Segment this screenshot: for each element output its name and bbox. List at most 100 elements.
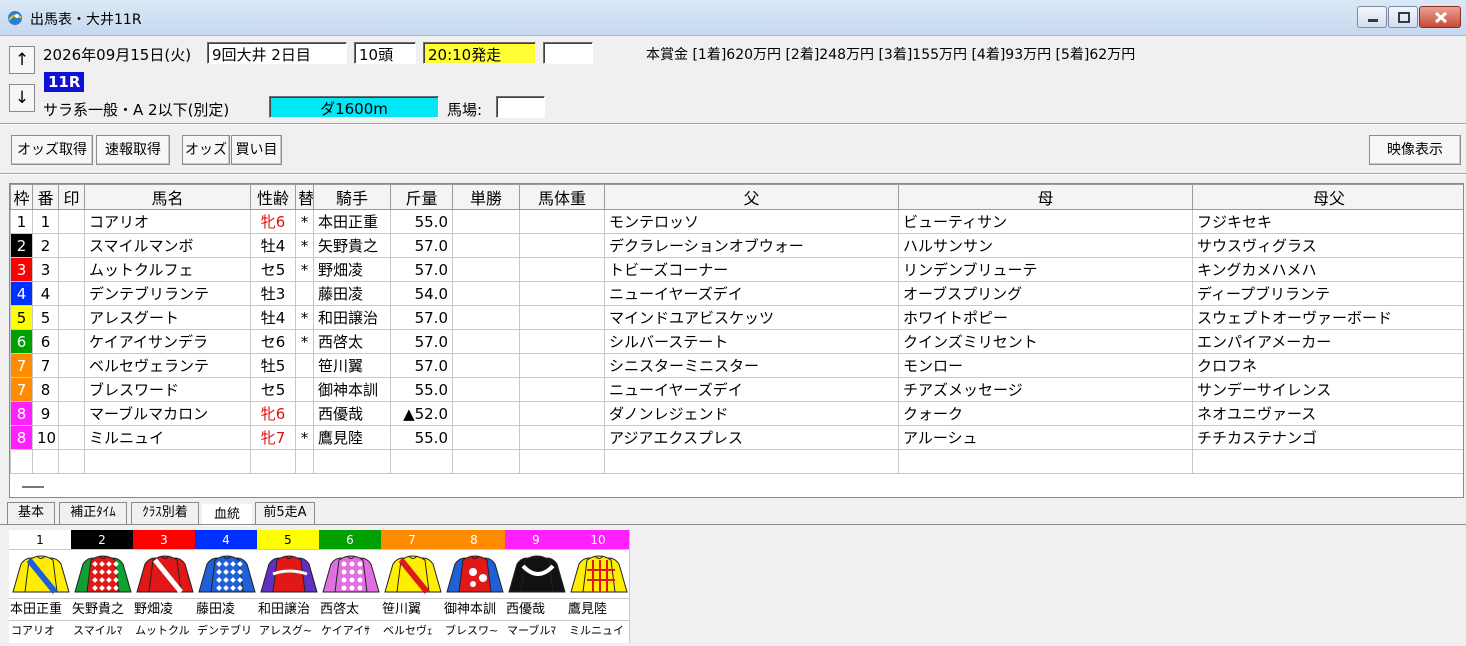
app-window: 出馬表・大井11R ↑ ↓ 2026年09月15日(火) 9回大井 2日目 10… bbox=[0, 0, 1466, 646]
silk-column[interactable]: 9 西優哉 マーブルﾏ bbox=[505, 530, 568, 643]
cell-swap bbox=[295, 281, 314, 306]
cell-win-odds bbox=[452, 377, 520, 402]
col-header-dam[interactable]: 母 bbox=[898, 184, 1193, 210]
col-header-number[interactable]: 番 bbox=[32, 184, 59, 210]
table-row[interactable]: 5 5 アレスグート 牡4 * 和田譲治 57.0 マインドユアビスケッツ ホワイトポピー スウェ… bbox=[10, 305, 1463, 330]
table-row[interactable]: 3 3 ムットクルフェ セ5 * 野畑凌 57.0 トビーズコーナー リンデンブリューテ キングカ… bbox=[10, 257, 1463, 282]
title-bar: 出馬表・大井11R bbox=[0, 0, 1466, 36]
col-header-swap[interactable]: 替 bbox=[295, 184, 314, 210]
app-logo-icon bbox=[8, 11, 22, 25]
cell-sire: ニューイヤーズデイ bbox=[604, 281, 899, 306]
tab-adjusted-time[interactable]: 補正ﾀｲﾑ bbox=[59, 502, 127, 524]
col-header-win-odds[interactable]: 単勝 bbox=[452, 184, 520, 210]
cell-empty bbox=[313, 449, 391, 474]
silk-column[interactable]: 1 本田正重 コアリオ bbox=[9, 530, 72, 643]
minimize-button[interactable] bbox=[1357, 6, 1387, 28]
table-row[interactable]: 7 8 ブレスワード セ5 御神本訓 55.0 ニューイヤーズデイ チアズメッセージ サンデーサ… bbox=[10, 377, 1463, 402]
silk-column[interactable]: 4 藤田凌 デンテブリ bbox=[195, 530, 258, 643]
col-header-horse-name[interactable]: 馬名 bbox=[84, 184, 251, 210]
tab-basic[interactable]: 基本 bbox=[7, 502, 55, 524]
tab-pedigree[interactable]: 血統 bbox=[202, 504, 252, 526]
prev-race-button[interactable]: ↑ bbox=[9, 46, 35, 74]
table-row[interactable]: 4 4 デンテブリランテ 牡3 藤田凌 54.0 ニューイヤーズデイ オーブスプリング ディープ… bbox=[10, 281, 1463, 306]
horizontal-scroll-thumb[interactable] bbox=[22, 486, 44, 488]
col-header-weight[interactable]: 斤量 bbox=[390, 184, 453, 210]
cell-waku: 7 bbox=[10, 377, 33, 402]
col-header-body-weight[interactable]: 馬体重 bbox=[519, 184, 605, 210]
cell-body-weight bbox=[519, 305, 605, 330]
jockey-silk-icon bbox=[136, 555, 194, 594]
silk-column[interactable]: 5 和田譲治 アレスグ~ bbox=[257, 530, 320, 643]
runners-field: 10頭 bbox=[354, 42, 416, 64]
cell-damsire: フジキセキ bbox=[1192, 209, 1463, 234]
silk-horse-name: ムットクル bbox=[133, 620, 195, 640]
tab-last5-a[interactable]: 前5走A bbox=[255, 502, 315, 524]
silk-horse-number: 2 bbox=[71, 530, 133, 550]
col-header-jockey[interactable]: 騎手 bbox=[313, 184, 391, 210]
tab-class-results[interactable]: ｸﾗｽ別着 bbox=[131, 502, 199, 524]
course-field: ダ1600m bbox=[269, 96, 439, 118]
cell-sire: シルバーステート bbox=[604, 329, 899, 354]
cell-empty bbox=[604, 449, 899, 474]
race-class: サラ系一般・A 2以下(別定) bbox=[43, 101, 230, 119]
next-race-button[interactable]: ↓ bbox=[9, 84, 35, 112]
silk-image bbox=[381, 550, 443, 598]
silk-column[interactable]: 8 御神本訓 ブレスワ~ bbox=[443, 530, 506, 643]
cell-jockey: 藤田凌 bbox=[313, 281, 391, 306]
col-header-damsire[interactable]: 母父 bbox=[1192, 184, 1463, 210]
jockey-silk-icon bbox=[198, 555, 256, 593]
silk-column[interactable]: 6 西啓太 ケイアイｻ bbox=[319, 530, 382, 643]
silk-horse-name: マーブルﾏ bbox=[505, 620, 567, 640]
bets-button[interactable]: 買い目 bbox=[231, 135, 282, 165]
silk-column[interactable]: 7 笹川翼 ベルセヴｪ bbox=[381, 530, 444, 643]
cell-horse-name: スマイルマンボ bbox=[84, 233, 251, 258]
table-row[interactable]: 1 1 コアリオ 牝6 * 本田正重 55.0 モンテロッソ ビューティサン フジキセキ bbox=[10, 209, 1463, 234]
jockey-silk-icon bbox=[74, 555, 132, 593]
col-header-sire[interactable]: 父 bbox=[604, 184, 899, 210]
cell-mark bbox=[58, 209, 85, 234]
maximize-button[interactable] bbox=[1388, 6, 1418, 28]
jockey-silk-icon bbox=[570, 555, 628, 593]
cell-sire: ニューイヤーズデイ bbox=[604, 377, 899, 402]
quick-fetch-button[interactable]: 速報取得 bbox=[96, 135, 170, 165]
cell-win-odds bbox=[452, 329, 520, 354]
silk-horse-number: 7 bbox=[381, 530, 443, 550]
cell-horse-name: ブレスワード bbox=[84, 377, 251, 402]
cell-sex-age: 牡4 bbox=[250, 305, 296, 330]
silk-column[interactable]: 2 矢野貴之 スマイルﾏ bbox=[71, 530, 134, 643]
close-button[interactable] bbox=[1419, 6, 1461, 28]
cell-dam: ハルサンサン bbox=[898, 233, 1193, 258]
cell-damsire: ネオユニヴァース bbox=[1192, 401, 1463, 426]
cell-body-weight bbox=[519, 209, 605, 234]
cell-swap bbox=[295, 377, 314, 402]
cell-sex-age: セ5 bbox=[250, 377, 296, 402]
silk-image bbox=[195, 550, 257, 598]
silk-horse-number: 9 bbox=[505, 530, 567, 550]
col-header-waku[interactable]: 枠 bbox=[10, 184, 33, 210]
cell-waku: 7 bbox=[10, 353, 33, 378]
cell-sex-age: 牡5 bbox=[250, 353, 296, 378]
cell-body-weight bbox=[519, 353, 605, 378]
table-row[interactable]: 2 2 スマイルマンボ 牡4 * 矢野貴之 57.0 デクラレーションオブウォー ハルサンサンサ… bbox=[10, 233, 1463, 258]
silk-horse-number: 1 bbox=[9, 530, 71, 550]
cell-damsire: チチカステナンゴ bbox=[1192, 425, 1463, 450]
table-row[interactable]: 6 6 ケイアイサンデラ セ6 * 西啓太 57.0 シルバーステート クインズミリセント エンパ… bbox=[10, 329, 1463, 354]
table-row[interactable]: 8 10 ミルニュイ 牝7 * 鷹見陸 55.0 アジアエクスプレス アルーシュ チチカステナンゴ bbox=[10, 425, 1463, 450]
odds-button[interactable]: オッズ bbox=[182, 135, 230, 165]
odds-fetch-button[interactable]: オッズ取得 bbox=[11, 135, 93, 165]
video-button[interactable]: 映像表示 bbox=[1369, 135, 1461, 165]
col-header-mark[interactable]: 印 bbox=[58, 184, 85, 210]
silk-image bbox=[443, 550, 505, 598]
cell-body-weight bbox=[519, 281, 605, 306]
silk-horse-number: 10 bbox=[567, 530, 629, 550]
cell-mark bbox=[58, 281, 85, 306]
silk-column[interactable]: 10 鷹見陸 ミルニュイ bbox=[567, 530, 630, 643]
col-header-sex-age[interactable]: 性齢 bbox=[250, 184, 296, 210]
table-row[interactable]: 7 7 ベルセヴェランテ 牡5 笹川翼 57.0 シニスターミニスター モンロー クロフネ bbox=[10, 353, 1463, 378]
silk-jockey-name: 和田譲治 bbox=[257, 598, 319, 620]
silk-horse-name: アレスグ~ bbox=[257, 620, 319, 640]
table-row[interactable]: 8 9 マーブルマカロン 牝6 西優哉 ▲52.0 ダノンレジェンド クォーク ネオユニヴァース bbox=[10, 401, 1463, 426]
cell-body-weight bbox=[519, 329, 605, 354]
cell-empty bbox=[32, 449, 59, 474]
silk-column[interactable]: 3 野畑凌 ムットクル bbox=[133, 530, 196, 643]
